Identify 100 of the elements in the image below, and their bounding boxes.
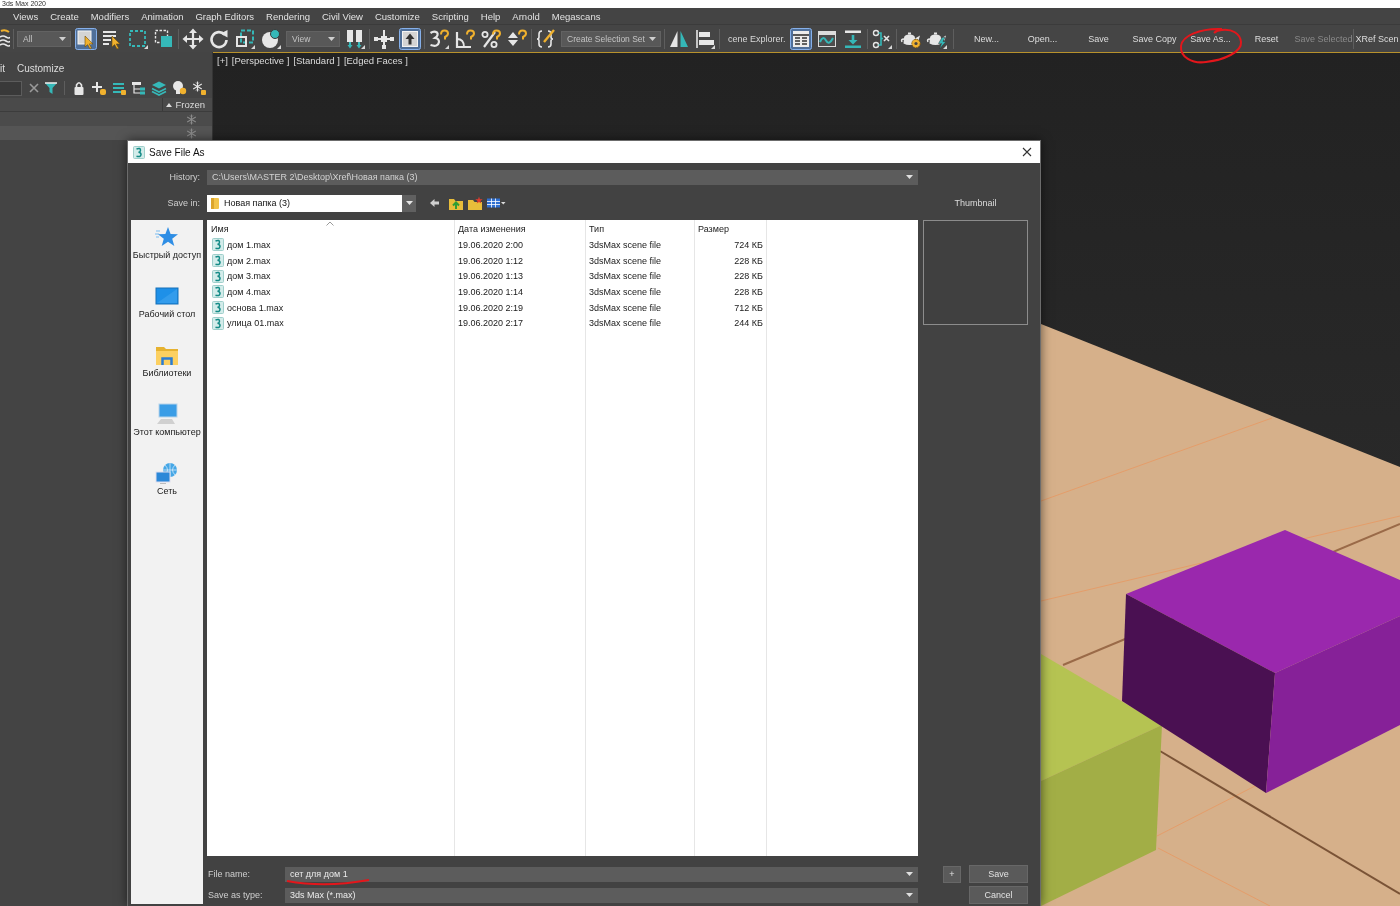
move-icon[interactable] — [182, 27, 204, 50]
filter-icon[interactable] — [44, 81, 58, 95]
column-header[interactable]: Размер — [694, 220, 766, 237]
file-name[interactable]: улица 01.max — [227, 318, 284, 329]
date-cell-text: 19.06.2020 1:14 — [457, 286, 525, 297]
dashed-rectangle-icon[interactable] — [127, 27, 149, 50]
place-item[interactable]: Быстрый доступ — [131, 226, 203, 285]
size-cell-text: 228 КБ — [733, 255, 764, 266]
plus-icon[interactable] — [91, 80, 107, 96]
toolbar-dropdown[interactable]: View — [286, 30, 340, 47]
toolbar-dropdown[interactable]: Create Selection Set — [561, 30, 661, 47]
caret-icon[interactable] — [906, 175, 913, 179]
thumbnail-label: Thumbnail — [954, 198, 997, 208]
clear-icon[interactable] — [28, 82, 40, 94]
toolbar-button[interactable]: New... — [958, 28, 1015, 49]
file-name[interactable]: дом 1.max — [227, 239, 271, 250]
file-type-dropdown[interactable]: 3ds Max (*.max) — [285, 887, 918, 903]
menu-item[interactable]: Help — [480, 10, 501, 22]
close-icon[interactable] — [1022, 147, 1032, 157]
layers-icon[interactable] — [0, 27, 10, 50]
caret-icon[interactable] — [906, 893, 913, 897]
menu-item[interactable]: Rendering — [266, 10, 310, 22]
toolbar-label: cene Explorer. — [726, 33, 786, 44]
snowflake-icon[interactable] — [191, 80, 207, 96]
file-name-field[interactable]: сет для дом 1 — [285, 866, 918, 882]
toolbar-button[interactable]: Save — [1070, 28, 1127, 49]
place-item[interactable]: Рабочий стол — [131, 285, 203, 344]
crossing-squares-icon[interactable] — [153, 27, 175, 50]
cursor-icon[interactable] — [75, 27, 97, 50]
file-name[interactable]: дом 2.max — [227, 255, 271, 266]
menu-item[interactable]: Civil View — [321, 10, 363, 22]
viewport-label[interactable]: [Perspective ] — [231, 55, 290, 67]
toolbar-button[interactable]: Save As... — [1182, 28, 1239, 49]
toolbar-button[interactable]: Reset — [1238, 28, 1295, 49]
align-icon[interactable] — [693, 27, 716, 50]
menu-item[interactable]: Megascans — [551, 10, 601, 22]
file-name[interactable]: основа 1.max — [227, 302, 284, 313]
place-item[interactable]: Этот компьютер — [131, 403, 203, 462]
menu-item[interactable]: Graph Editors — [195, 10, 255, 22]
lightbulb-icon[interactable] — [171, 80, 187, 96]
search-field[interactable] — [0, 80, 22, 96]
table-icon[interactable] — [789, 27, 812, 50]
hierarchy-icon[interactable] — [131, 80, 147, 96]
viewport-label[interactable]: [+] — [217, 55, 228, 67]
plus-button[interactable]: + — [943, 865, 961, 883]
size-cell-text: 244 КБ — [733, 318, 764, 329]
max-file-icon — [212, 316, 224, 330]
percent-icon[interactable] — [480, 27, 502, 50]
folder-dropdown[interactable]: Новая папка (3) — [207, 194, 416, 212]
caret-icon[interactable] — [59, 36, 66, 41]
new-folder-icon[interactable] — [467, 195, 483, 211]
place-item[interactable]: Сеть — [131, 462, 203, 521]
toolbar-button[interactable]: Open... — [1014, 28, 1071, 49]
menu-item[interactable]: Scripting — [431, 10, 469, 22]
file-name[interactable]: дом 3.max — [227, 271, 271, 282]
type-cell-text: 3dsMax scene file — [588, 271, 663, 282]
history-dropdown[interactable]: C:\Users\MASTER 2\Desktop\Xref\Новая папка (3) — [207, 169, 918, 185]
save-button[interactable]: Save — [969, 865, 1028, 883]
bars-arrows-icon[interactable] — [344, 27, 366, 50]
menu-item[interactable]: it — [0, 62, 5, 74]
menu-item[interactable]: Modifiers — [90, 10, 130, 22]
caret-icon[interactable] — [648, 36, 656, 41]
rotate-icon[interactable] — [208, 27, 230, 50]
column-header[interactable]: Дата изменения — [454, 220, 585, 237]
column-header[interactable]: Тип — [585, 220, 694, 237]
up-arrow-icon[interactable] — [399, 27, 421, 50]
size-cell-text: 228 КБ — [733, 286, 764, 297]
menu-item[interactable]: Customize — [17, 62, 65, 74]
menu-item[interactable]: Arnold — [512, 10, 540, 22]
layers-icon[interactable] — [151, 80, 167, 96]
column-header[interactable]: Имя — [207, 220, 454, 237]
column-header[interactable]: Frozen — [162, 98, 205, 111]
size-cell-text: 724 КБ — [733, 239, 764, 250]
view-menu-icon[interactable] — [486, 197, 506, 209]
size-cell-text: 228 КБ — [733, 271, 764, 282]
sphere-icon[interactable] — [260, 27, 282, 50]
caret-icon[interactable] — [906, 872, 913, 876]
stack-icon[interactable] — [111, 80, 127, 96]
viewport-label[interactable]: [Standard ] — [293, 55, 340, 67]
place-item[interactable]: Библиотеки — [131, 344, 203, 403]
snap-icon[interactable] — [428, 27, 450, 50]
angle-snap-icon[interactable] — [454, 27, 476, 50]
cancel-button[interactable]: Cancel — [969, 886, 1028, 904]
toolbar-button[interactable]: Save Copy — [1126, 28, 1183, 49]
menu-item[interactable]: Customize — [374, 10, 420, 22]
caret-icon[interactable] — [405, 201, 413, 205]
caret-icon[interactable] — [328, 36, 335, 41]
crosshair-icon[interactable] — [373, 27, 395, 50]
menu-item[interactable]: Create — [50, 10, 79, 22]
menu-item[interactable]: Views — [13, 10, 39, 22]
toolbar-button[interactable]: XRef Scen — [1355, 28, 1399, 49]
scale-icon[interactable] — [234, 27, 256, 50]
braces-icon[interactable] — [535, 27, 557, 50]
file-name[interactable]: дом 4.max — [227, 286, 271, 297]
date-cell-text: 19.06.2020 2:19 — [457, 302, 525, 313]
menu-item[interactable]: Animation — [141, 10, 184, 22]
nodes-icon[interactable] — [870, 27, 893, 50]
viewport-label[interactable]: [Edged Faces ] — [343, 55, 408, 67]
toolbar-dropdown[interactable]: All — [17, 30, 71, 47]
back-arrow-icon[interactable] — [429, 198, 440, 208]
